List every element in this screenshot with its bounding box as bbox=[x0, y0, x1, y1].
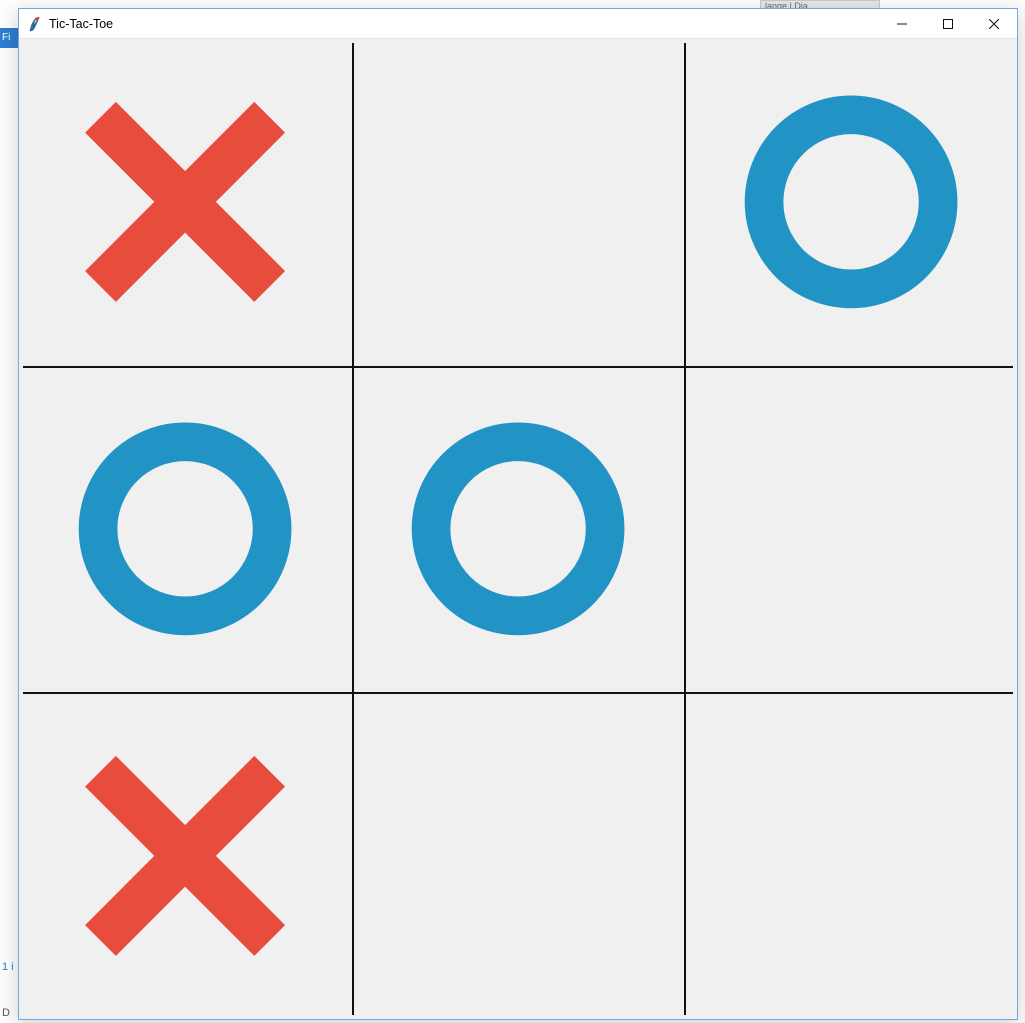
board-cell-0-0[interactable] bbox=[19, 39, 352, 366]
close-button[interactable] bbox=[971, 9, 1017, 39]
app-window: Tic-Tac-Toe bbox=[18, 8, 1018, 1020]
titlebar[interactable]: Tic-Tac-Toe bbox=[19, 9, 1017, 39]
close-icon bbox=[989, 19, 999, 29]
minimize-icon bbox=[897, 19, 907, 29]
board-cell-1-0[interactable] bbox=[19, 366, 352, 693]
game-board bbox=[19, 39, 1017, 1019]
maximize-icon bbox=[943, 19, 953, 29]
board-cell-0-1[interactable] bbox=[352, 39, 685, 366]
window-title: Tic-Tac-Toe bbox=[49, 17, 113, 31]
board-cell-1-2[interactable] bbox=[684, 366, 1017, 693]
board-cell-2-2[interactable] bbox=[684, 692, 1017, 1019]
board-cell-1-1[interactable] bbox=[352, 366, 685, 693]
background-side-fragment: Fi bbox=[0, 28, 20, 48]
board-cell-2-0[interactable] bbox=[19, 692, 352, 1019]
tk-feather-icon bbox=[27, 16, 43, 32]
background-status-fragment: 1 i bbox=[2, 961, 14, 973]
x-mark-icon bbox=[62, 81, 308, 323]
o-mark-icon bbox=[62, 408, 308, 650]
o-mark-icon bbox=[395, 408, 641, 650]
maximize-button[interactable] bbox=[925, 9, 971, 39]
o-mark-icon bbox=[728, 81, 974, 323]
minimize-button[interactable] bbox=[879, 9, 925, 39]
board-cell-2-1[interactable] bbox=[352, 692, 685, 1019]
board-cell-0-2[interactable] bbox=[684, 39, 1017, 366]
background-bottom-fragment: D bbox=[2, 1007, 10, 1019]
client-area bbox=[19, 39, 1017, 1019]
x-mark-icon bbox=[62, 735, 308, 977]
